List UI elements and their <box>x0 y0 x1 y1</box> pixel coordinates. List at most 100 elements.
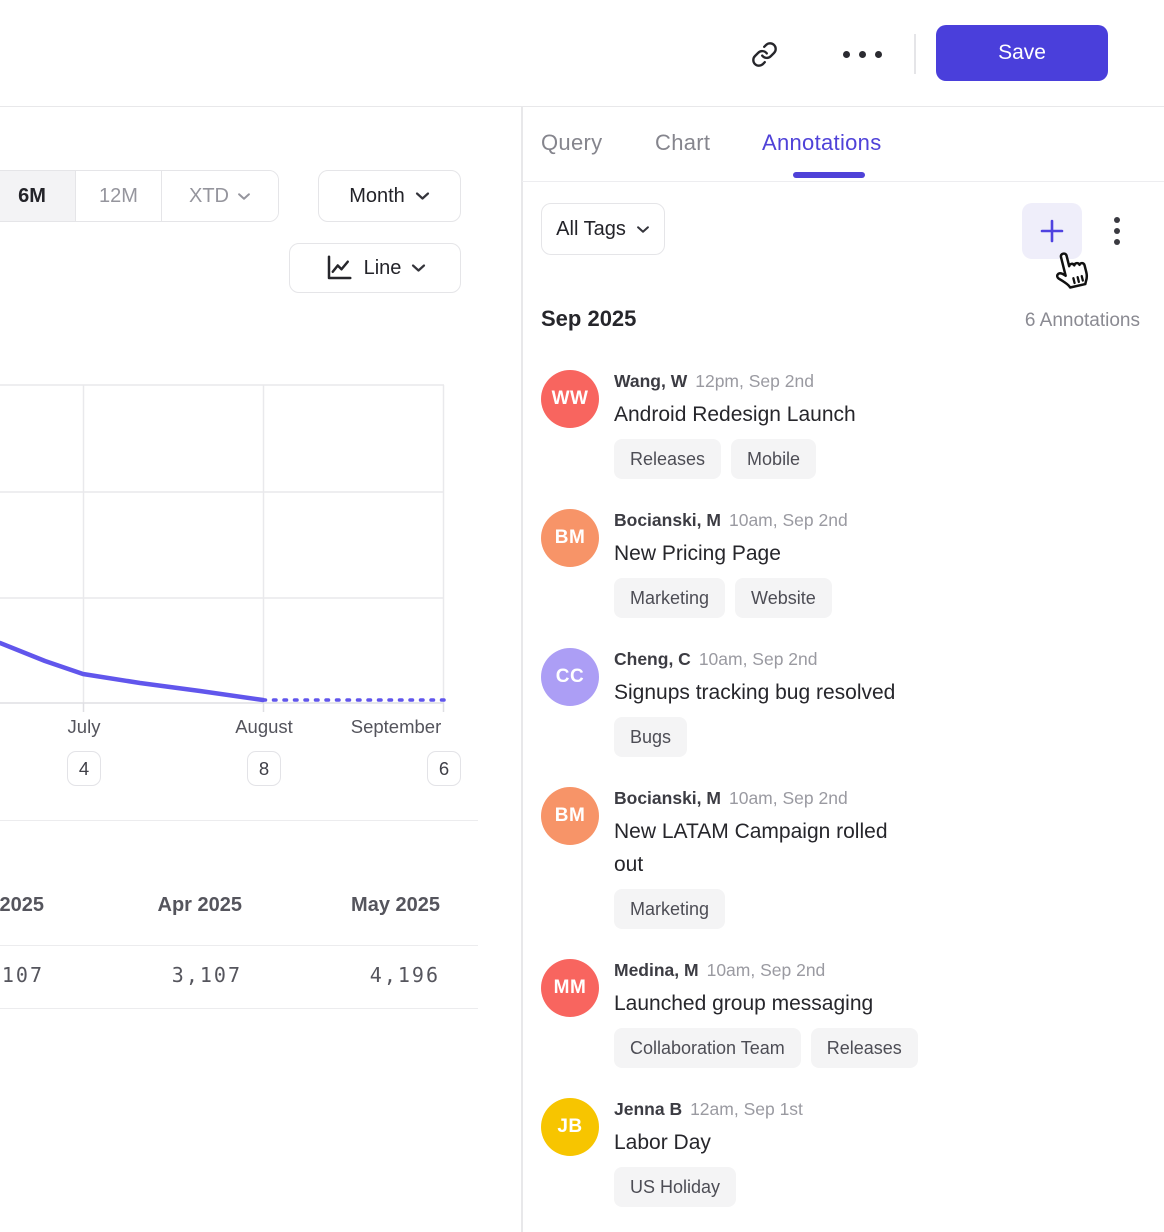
annotation-title: Labor Day <box>614 1126 803 1159</box>
annotation-title: Signups tracking bug resolved <box>614 676 895 709</box>
annotation-meta: Medina, M 10am, Sep 2nd <box>614 959 918 981</box>
annotation-body: Bocianski, M 10am, Sep 2nd New LATAM Campa… <box>614 785 919 929</box>
table-column-header: 2025 <box>0 894 44 917</box>
annotation-list: WW Wang, W12pm, Sep 2nd Android Redesign L… <box>541 368 1141 1232</box>
month-annotation-badge[interactable]: 4 <box>67 751 101 786</box>
link-icon <box>751 41 778 68</box>
range-tab-12m[interactable]: 12M <box>75 171 161 221</box>
tag-pill[interactable]: Marketing <box>614 889 725 929</box>
table-column-header: Apr 2025 <box>62 894 242 917</box>
range-tab-xtd[interactable]: XTD <box>161 171 278 221</box>
annotation-body: Medina, M 10am, Sep 2nd Launched group mes… <box>614 957 918 1068</box>
month-annotation-badge[interactable]: 6 <box>427 751 461 786</box>
chart-editor-window: Save 6M12MXTD Month Line JulyAugustSepte… <box>0 0 1164 1232</box>
tab-chart[interactable]: Chart <box>655 130 710 156</box>
tag-filter-dropdown[interactable]: All Tags <box>541 203 665 255</box>
save-button[interactable]: Save <box>936 25 1108 81</box>
top-bar: Save <box>0 0 1164 107</box>
line-chart[interactable] <box>0 370 520 720</box>
annotation-author: Jenna B <box>614 1099 682 1119</box>
chevron-down-icon <box>411 263 426 273</box>
annotation-item[interactable]: BM Bocianski, M 10am, Sep 2nd New LATAM Cam… <box>541 785 1141 929</box>
annotation-tags: US Holiday <box>614 1167 803 1207</box>
annotation-count: 6 Annotations <box>1025 310 1140 332</box>
avatar: MM <box>541 959 599 1017</box>
annotation-timestamp: 10am, Sep 2nd <box>729 510 848 530</box>
tag-filter-label: All Tags <box>556 218 626 241</box>
active-tab-underline <box>793 172 865 178</box>
series-actual <box>0 643 263 700</box>
granularity-label: Month <box>349 185 405 208</box>
tab-annotations[interactable]: Annotations <box>762 130 882 156</box>
table-cell-value: 4,196 <box>260 963 440 987</box>
annotation-tags: Bugs <box>614 717 895 757</box>
tab-query[interactable]: Query <box>541 130 602 156</box>
annotations-menu-button[interactable] <box>1100 209 1134 253</box>
avatar: CC <box>541 648 599 706</box>
annotation-meta: Bocianski, M 10am, Sep 2nd <box>614 787 919 809</box>
month-annotation-badge[interactable]: 8 <box>247 751 281 786</box>
add-annotation-button[interactable] <box>1022 203 1082 259</box>
tag-pill[interactable]: Collaboration Team <box>614 1028 801 1068</box>
tab-label: Query <box>541 130 602 155</box>
avatar: JB <box>541 1098 599 1156</box>
range-tab-6m[interactable]: 6M <box>0 171 75 221</box>
table-cell-value: 3,107 <box>62 963 242 987</box>
granularity-dropdown[interactable]: Month <box>318 170 461 222</box>
annotation-timestamp: 10am, Sep 2nd <box>729 788 848 808</box>
annotation-tags: MarketingWebsite <box>614 578 848 618</box>
annotation-meta: Bocianski, M 10am, Sep 2nd <box>614 509 848 531</box>
tag-pill[interactable]: Website <box>735 578 832 618</box>
annotation-title: Android Redesign Launch <box>614 398 856 431</box>
annotation-item[interactable]: MM Medina, M 10am, Sep 2nd Launched group m… <box>541 957 1141 1068</box>
annotation-meta: Cheng, C 10am, Sep 2nd <box>614 648 895 670</box>
annotation-timestamp: 10am, Sep 2nd <box>699 649 818 669</box>
annotation-timestamp: 12am, Sep 1st <box>690 1099 803 1119</box>
avatar: BM <box>541 509 599 567</box>
annotation-author: Cheng, C <box>614 649 691 669</box>
annotation-author: Bocianski, M <box>614 788 721 808</box>
avatar: BM <box>541 787 599 845</box>
annotation-title: Launched group messaging <box>614 987 918 1020</box>
annotation-author: Medina, M <box>614 960 699 980</box>
x-tick-september: September <box>351 716 442 738</box>
group-title: Sep 2025 <box>541 306 636 332</box>
avatar: WW <box>541 370 599 428</box>
chart-type-dropdown[interactable]: Line <box>289 243 461 293</box>
panel-divider <box>521 107 523 1232</box>
annotation-title: New LATAM Campaign rolled out <box>614 815 919 881</box>
tag-pill[interactable]: Marketing <box>614 578 725 618</box>
copy-link-button[interactable] <box>741 32 787 76</box>
annotation-item[interactable]: WW Wang, W12pm, Sep 2nd Android Redesign L… <box>541 368 1141 479</box>
annotation-author: Bocianski, M <box>614 510 721 530</box>
tag-pill[interactable]: Mobile <box>731 439 816 479</box>
range-tab-label: 6M <box>18 185 46 208</box>
annotation-item[interactable]: BMBocianski, M10am, Sep 2ndNew Pricing P… <box>541 507 1141 618</box>
annotation-body: Jenna B 12am, Sep 1st Labor Day US Holiday <box>614 1096 803 1207</box>
more-options-button[interactable] <box>833 32 891 76</box>
table-column-header: May 2025 <box>260 894 440 917</box>
annotation-item[interactable]: JB Jenna B 12am, Sep 1st Labor Day US Holida… <box>541 1096 1141 1207</box>
annotation-meta: Wang, W12pm, Sep 2nd <box>614 370 856 392</box>
table-cell-value: 107 <box>0 963 44 987</box>
annotation-meta: Jenna B 12am, Sep 1st <box>614 1098 803 1120</box>
range-tab-label: 12M <box>99 185 138 208</box>
annotation-body: Cheng, C 10am, Sep 2nd Signups tracking bu… <box>614 646 895 757</box>
x-tick-august: August <box>235 716 293 738</box>
annotation-timestamp: 10am, Sep 2nd <box>707 960 826 980</box>
tag-pill[interactable]: Bugs <box>614 717 687 757</box>
annotation-item[interactable]: CC Cheng, C 10am, Sep 2nd Signups tracking … <box>541 646 1141 757</box>
annotation-tags: Marketing <box>614 889 919 929</box>
kebab-icon <box>1114 217 1120 245</box>
annotation-body: Wang, W12pm, Sep 2nd Android Redesign Lau… <box>614 368 856 479</box>
tab-label: Annotations <box>762 130 882 155</box>
header-divider <box>914 34 916 74</box>
tabs-divider <box>522 181 1164 182</box>
tag-pill[interactable]: US Holiday <box>614 1167 736 1207</box>
plus-icon <box>1038 217 1066 245</box>
chevron-down-icon <box>636 225 650 234</box>
tag-pill[interactable]: Releases <box>811 1028 918 1068</box>
tag-pill[interactable]: Releases <box>614 439 721 479</box>
tab-label: Chart <box>655 130 710 155</box>
date-range-segmented-control: 6M 12M XTD <box>0 170 279 222</box>
